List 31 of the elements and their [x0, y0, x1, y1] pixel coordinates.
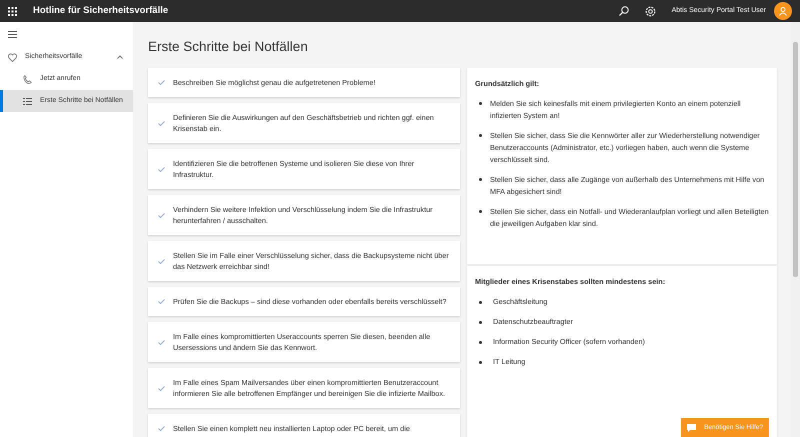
check-icon [158, 426, 165, 432]
search-icon[interactable] [618, 6, 629, 16]
phone-icon [23, 74, 32, 84]
app-title: Hotline für Sicherheitsvorfälle [33, 4, 168, 18]
menu-icon[interactable] [8, 30, 17, 38]
person-icon [779, 6, 787, 16]
bullet-icon [479, 210, 482, 214]
check-icon [158, 299, 165, 304]
bullet-icon [479, 320, 482, 324]
bullet-icon [479, 178, 482, 182]
scrollbar-thumb[interactable] [793, 42, 798, 277]
app-launcher-icon[interactable] [8, 6, 17, 16]
chat-icon [687, 424, 696, 432]
chevron-up-icon [117, 55, 123, 59]
check-icon [158, 258, 165, 264]
bullet-icon [479, 340, 482, 344]
check-icon [158, 80, 165, 86]
check-icon [158, 386, 165, 391]
settings-icon[interactable] [644, 6, 656, 16]
list-icon [23, 98, 32, 104]
check-icon [158, 120, 165, 126]
bullet-icon [479, 134, 482, 138]
page-title: Erste Schritte bei Notfällen [148, 39, 309, 56]
avatar[interactable] [774, 2, 792, 20]
bullet-icon [479, 300, 482, 304]
bullet-icon [479, 360, 482, 364]
bullet-icon [479, 102, 482, 106]
check-icon [158, 340, 165, 345]
check-icon [158, 166, 165, 172]
check-icon [158, 212, 165, 218]
scrollbar[interactable] [791, 22, 800, 437]
